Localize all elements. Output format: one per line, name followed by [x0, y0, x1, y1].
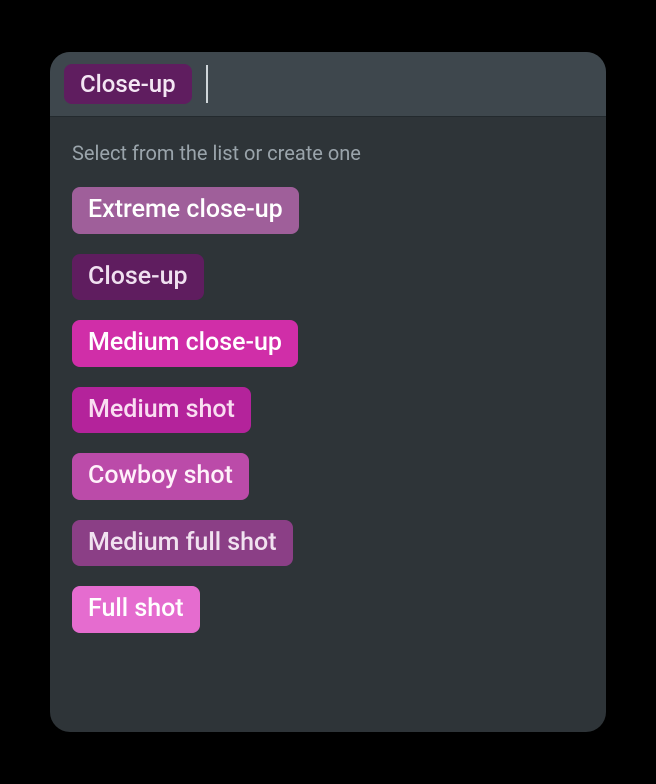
selected-tag-label: Close-up	[80, 70, 176, 98]
option-label: Medium full shot	[88, 527, 277, 560]
tag-input-bar[interactable]: Close-up	[50, 52, 606, 117]
option-label: Medium close-up	[88, 327, 282, 360]
option-medium-shot[interactable]: Medium shot	[72, 387, 251, 434]
option-close-up[interactable]: Close-up	[72, 254, 204, 301]
option-cowboy-shot[interactable]: Cowboy shot	[72, 453, 249, 500]
option-label: Extreme close-up	[88, 194, 283, 227]
option-full-shot[interactable]: Full shot	[72, 586, 200, 633]
text-cursor	[206, 65, 208, 103]
select-dropdown-panel: Close-up Select from the list or create …	[50, 52, 606, 732]
dropdown-hint: Select from the list or create one	[72, 141, 588, 165]
option-medium-full-shot[interactable]: Medium full shot	[72, 520, 293, 567]
option-label: Medium shot	[88, 394, 235, 427]
option-label: Close-up	[88, 261, 188, 294]
options-list: Extreme close-up Close-up Medium close-u…	[68, 187, 588, 633]
selected-tag-close-up[interactable]: Close-up	[64, 64, 192, 104]
option-medium-close-up[interactable]: Medium close-up	[72, 320, 298, 367]
option-label: Cowboy shot	[88, 460, 233, 493]
dropdown-body: Select from the list or create one Extre…	[50, 117, 606, 653]
option-label: Full shot	[88, 593, 184, 626]
option-extreme-close-up[interactable]: Extreme close-up	[72, 187, 299, 234]
